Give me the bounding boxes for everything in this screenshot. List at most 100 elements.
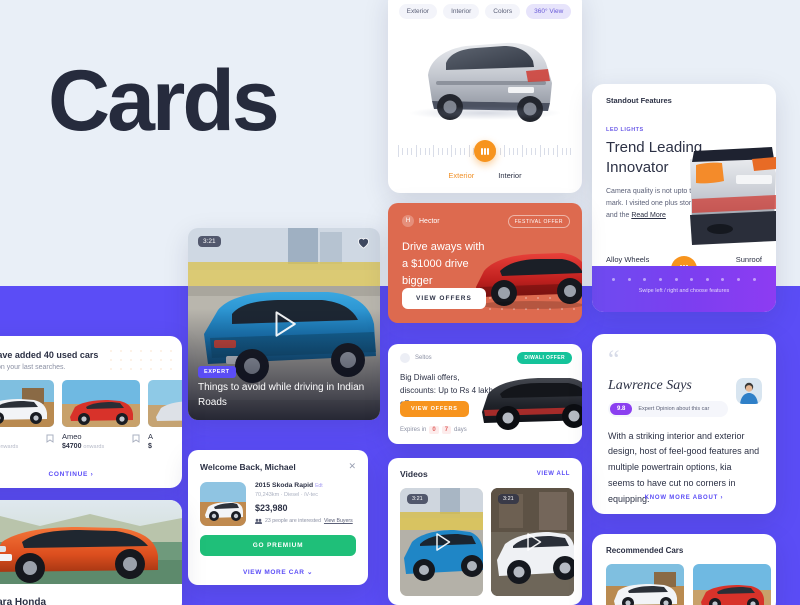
quote-mark-icon: “ (608, 345, 620, 374)
bookmark-icon[interactable] (46, 434, 54, 443)
welcome-back-card: Welcome Back, Michael ✕ 2015 Skoda Rapid… (188, 450, 368, 585)
standout-swipe-strip[interactable]: Swipe left / right and choose features (592, 266, 776, 312)
interested-count: 23 people are interested (265, 518, 321, 524)
video-thumbnail[interactable]: 3:21 (400, 488, 483, 596)
view-more-label: VIEW MORE CAR (242, 569, 305, 576)
expert-video-title: Things to avoid while driving in Indian … (198, 382, 365, 408)
video-duration-badge: 3:21 (198, 236, 221, 247)
car-name: Ameo (62, 432, 82, 441)
car-model: 2015 Skoda Rapid Edt (255, 482, 356, 489)
configurator-car-stage (388, 23, 582, 128)
list-item[interactable]: A $ (148, 380, 182, 450)
view-all-link[interactable]: VIEW ALL (537, 471, 570, 477)
standout-body: LED LIGHTS Trend Leading Innovator Camer… (592, 105, 776, 245)
video-duration-badge: 3:21 (407, 494, 428, 504)
know-more-link[interactable]: KNOW MORE ABOUT › (592, 495, 776, 501)
recommended-cars-grid (592, 555, 776, 605)
testimonial-score-row: 9.8 Expert Opinion about this car (608, 400, 728, 417)
continue-button[interactable]: CONTINUE › (0, 471, 182, 478)
welcome-title: Welcome Back, Michael (200, 461, 296, 472)
play-icon[interactable] (518, 527, 548, 557)
avatar (736, 378, 762, 404)
tab-exterior[interactable]: Exterior (398, 4, 438, 19)
tab-interior[interactable]: Interior (443, 4, 480, 19)
seltos-view-offers-button[interactable]: VIEW OFFERS (400, 401, 469, 417)
play-icon[interactable] (427, 527, 457, 557)
red-convertible-image (693, 564, 771, 605)
video-thumbnail[interactable]: 3:21 (491, 488, 574, 596)
view-buyers-link[interactable]: View Buyers (324, 518, 353, 524)
red-convertible-image (62, 380, 140, 427)
dot-pattern (110, 350, 172, 370)
feature-alloy-wheels[interactable]: Alloy Wheels (606, 255, 649, 264)
suv-rear-closeup-image (690, 147, 776, 245)
list-item[interactable]: Ameo $4700 onwards (62, 380, 140, 450)
diwali-offer-badge: DIWALI OFFER (517, 352, 572, 364)
configurator-legend: Exterior Interior (388, 164, 582, 180)
welcome-car-info: 2015 Skoda Rapid Edt 70,243km · Diesel ·… (255, 482, 356, 526)
hector-view-offers-button[interactable]: VIEW OFFERS (402, 288, 486, 309)
view-more-car-button[interactable]: VIEW MORE CAR ⌄ (188, 568, 368, 576)
used-cars-card: We have added 40 used cars based on your… (0, 336, 182, 488)
continue-label: CONTINUE (48, 471, 89, 478)
slider-handle[interactable] (474, 140, 496, 162)
car-price-value: $4700 (62, 443, 82, 450)
recommended-cars-title: Recommended Cars (606, 546, 684, 555)
recommended-cars-card: Recommended Cars (592, 534, 776, 605)
car-thumbnail (0, 380, 54, 427)
white-car-image (200, 482, 246, 526)
legend-interior[interactable]: Interior (498, 171, 521, 180)
configurator-slider[interactable] (398, 138, 572, 164)
car-price: $23,980 (255, 503, 288, 513)
standout-card-title: Standout Features (606, 96, 672, 105)
car-thumbnail (148, 380, 182, 427)
black-suv-image (482, 378, 582, 430)
videos-header: Videos VIEW ALL (388, 458, 582, 479)
expiry-digit-2: 7 (441, 426, 452, 434)
heart-icon[interactable] (356, 235, 371, 250)
car-model-name: 2015 Skoda Rapid (255, 482, 314, 489)
car-image (148, 380, 182, 427)
car-price-suffix: onwards (83, 444, 105, 450)
car-name: A (148, 432, 154, 441)
hector-offer-card: H Hector FESTIVAL OFFER Drive aways with… (388, 203, 582, 323)
seltos-offer-card: Seltos DIWALI OFFER Big Diwali offers, d… (388, 344, 582, 444)
expiry-digit-1: 0 (429, 426, 439, 434)
list-item[interactable]: Polo $8600 onwards (0, 380, 54, 450)
car-specs: 70,243km · Diesel · iV-tec (255, 492, 318, 498)
welcome-header: Welcome Back, Michael ✕ (188, 450, 368, 472)
car-model-tag: Edt (315, 483, 323, 489)
seltos-logo-icon (400, 353, 410, 363)
car-thumbnail[interactable] (693, 564, 771, 605)
read-more-link[interactable]: Read More (631, 212, 666, 219)
festival-offer-badge: FESTIVAL OFFER (507, 215, 570, 228)
bookmark-icon[interactable] (132, 434, 140, 443)
seltos-expiry: Expires in 0 7 days (400, 426, 467, 434)
standout-features-card: Standout Features LED LIGHTS Trend Leadi… (592, 84, 776, 312)
page-title: Cards (48, 53, 280, 149)
expert-video-card[interactable]: 3:21 EXPERT Things to avoid while drivin… (188, 228, 380, 420)
tab-360-view[interactable]: 360° View (526, 4, 572, 19)
testimonial-text: With a striking interior and exterior de… (608, 430, 760, 504)
expert-score-badge: 9.8 (610, 402, 633, 415)
expiry-unit: days (454, 427, 467, 433)
car-thumbnail[interactable] (200, 482, 246, 526)
close-icon[interactable]: ✕ (348, 461, 356, 472)
car-shadow (408, 106, 562, 120)
expiry-label: Expires in (400, 427, 427, 433)
samara-honda-card: Samara Honda (0, 500, 182, 605)
car-thumbnail (62, 380, 140, 427)
configurator-tabs: Exterior Interior Colors 360° View (388, 0, 582, 23)
interested-row: 23 people are interested View Buyers (255, 518, 356, 524)
swipe-caption: Swipe left / right and choose features (638, 288, 730, 294)
legend-exterior[interactable]: Exterior (448, 171, 474, 180)
white-convertible-image (606, 564, 684, 605)
play-icon[interactable] (264, 304, 304, 344)
tab-colors[interactable]: Colors (485, 4, 521, 19)
red-sports-car-image (476, 253, 582, 309)
car-thumbnail[interactable] (606, 564, 684, 605)
go-premium-button[interactable]: GO PREMIUM (200, 535, 356, 556)
screenshot-stage: Cards Exterior Interior Colors 360° View (0, 0, 800, 605)
feature-sunroof[interactable]: Sunroof (736, 255, 762, 264)
video-duration-badge: 3:21 (498, 494, 519, 504)
